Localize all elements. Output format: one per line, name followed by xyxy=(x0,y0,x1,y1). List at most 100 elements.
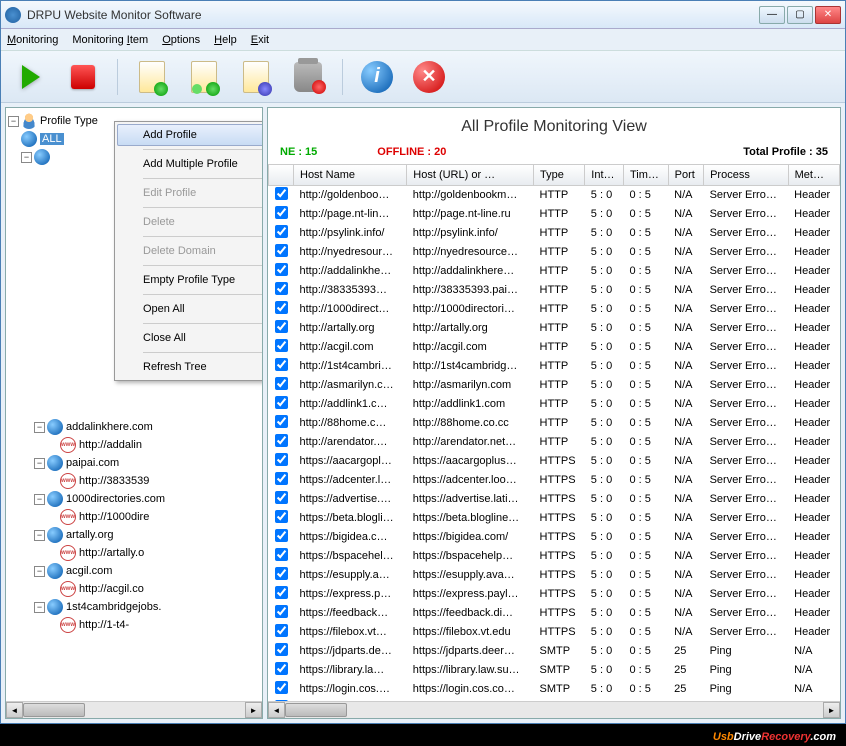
row-checkbox[interactable] xyxy=(269,528,294,547)
row-checkbox[interactable] xyxy=(269,205,294,224)
delete-button[interactable] xyxy=(286,55,330,99)
tree-item[interactable] xyxy=(8,400,260,418)
tree-item[interactable]: −paipai.com xyxy=(8,454,260,472)
table-row[interactable]: http://psylink.info/http://psylink.info/… xyxy=(269,224,840,243)
scroll-right-icon[interactable]: ► xyxy=(245,702,262,718)
row-checkbox[interactable] xyxy=(269,224,294,243)
table-row[interactable]: http://acgil.comhttp://acgil.comHTTP5 : … xyxy=(269,338,840,357)
table-row[interactable]: http://nyedresour…http://nyedresource…HT… xyxy=(269,243,840,262)
table-row[interactable]: https://login.cos.…https://login.cos.co…… xyxy=(269,680,840,699)
table-row[interactable]: http://addalinkhe…http://addalinkhere…HT… xyxy=(269,262,840,281)
table-row[interactable]: http://arendator.…http://arendator.net…H… xyxy=(269,433,840,452)
col-process[interactable]: Process xyxy=(704,165,789,186)
row-checkbox[interactable] xyxy=(269,604,294,623)
tree-item[interactable]: −addalinkhere.com xyxy=(8,418,260,436)
table-row[interactable]: http://page.nt-lin…http://page.nt-line.r… xyxy=(269,205,840,224)
row-checkbox[interactable] xyxy=(269,585,294,604)
expander-icon[interactable]: − xyxy=(8,116,19,127)
col-type[interactable]: Type xyxy=(534,165,585,186)
row-checkbox[interactable] xyxy=(269,547,294,566)
exit-button[interactable]: ✕ xyxy=(407,55,451,99)
ctx-open-all[interactable]: Open All xyxy=(117,298,263,320)
table-row[interactable]: https://filebox.vt…https://filebox.vt.ed… xyxy=(269,623,840,642)
table-row[interactable]: https://bigidea.c…https://bigidea.com/HT… xyxy=(269,528,840,547)
col-checkbox[interactable] xyxy=(269,165,294,186)
ctx-edit-profile[interactable]: Edit Profile xyxy=(117,182,263,204)
col-hosturl[interactable]: Host (URL) or … xyxy=(407,165,534,186)
table-row[interactable]: http://1st4cambri…http://1st4cambridg…HT… xyxy=(269,357,840,376)
row-checkbox[interactable] xyxy=(269,433,294,452)
ctx-refresh[interactable]: Refresh Tree xyxy=(117,356,263,378)
menu-exit[interactable]: Exit xyxy=(251,34,269,46)
tree-item[interactable]: wwwhttp://acgil.co xyxy=(8,580,260,598)
add-profile-button[interactable] xyxy=(130,55,174,99)
tree-item[interactable]: wwwhttp://addalin xyxy=(8,436,260,454)
maximize-button[interactable]: ▢ xyxy=(787,6,813,24)
table-row[interactable]: http://artally.orghttp://artally.orgHTTP… xyxy=(269,319,840,338)
row-checkbox[interactable] xyxy=(269,338,294,357)
tree-item[interactable]: wwwhttp://artally.o xyxy=(8,544,260,562)
expander-icon[interactable]: − xyxy=(34,602,45,613)
col-port[interactable]: Port xyxy=(668,165,703,186)
row-checkbox[interactable] xyxy=(269,661,294,680)
row-checkbox[interactable] xyxy=(269,414,294,433)
menu-monitoring[interactable]: Monitoring xyxy=(7,34,58,46)
menu-help[interactable]: Help xyxy=(214,34,237,46)
row-checkbox[interactable] xyxy=(269,509,294,528)
tree-item[interactable]: −artally.org xyxy=(8,526,260,544)
table-row[interactable]: http://88home.c…http://88home.co.ccHTTP5… xyxy=(269,414,840,433)
table-row[interactable]: http://addlink1.c…http://addlink1.comHTT… xyxy=(269,395,840,414)
scroll-left-icon[interactable]: ◄ xyxy=(268,702,285,718)
row-checkbox[interactable] xyxy=(269,566,294,585)
col-hostname[interactable]: Host Name xyxy=(294,165,407,186)
table-row[interactable]: https://jdparts.de…https://jdparts.deer…… xyxy=(269,642,840,661)
tree-item[interactable]: wwwhttp://1000dire xyxy=(8,508,260,526)
tree-item[interactable]: wwwhttp://3833539 xyxy=(8,472,260,490)
row-checkbox[interactable] xyxy=(269,319,294,338)
tree-item[interactable]: −1st4cambridgejobs. xyxy=(8,598,260,616)
stop-button[interactable] xyxy=(61,55,105,99)
minimize-button[interactable]: — xyxy=(759,6,785,24)
table-row[interactable]: http://38335393…http://38335393.pai…HTTP… xyxy=(269,281,840,300)
table-row[interactable]: https://feedback…https://feedback.di…HTT… xyxy=(269,604,840,623)
table-row[interactable]: http://goldenboo…http://goldenbookm…HTTP… xyxy=(269,186,840,205)
col-int[interactable]: Int… xyxy=(585,165,624,186)
ctx-delete[interactable]: Delete xyxy=(117,211,263,233)
scroll-right-icon[interactable]: ► xyxy=(823,702,840,718)
table-row[interactable]: http://asmarilyn.c…http://asmarilyn.comH… xyxy=(269,376,840,395)
row-checkbox[interactable] xyxy=(269,300,294,319)
table-row[interactable]: https://express.p…https://express.payl…H… xyxy=(269,585,840,604)
edit-profile-button[interactable] xyxy=(234,55,278,99)
row-checkbox[interactable] xyxy=(269,623,294,642)
row-checkbox[interactable] xyxy=(269,281,294,300)
row-checkbox[interactable] xyxy=(269,680,294,699)
grid-scrollbar[interactable]: ◄ ► xyxy=(268,701,840,718)
row-checkbox[interactable] xyxy=(269,490,294,509)
titlebar[interactable]: DRPU Website Monitor Software — ▢ ✕ xyxy=(1,1,845,29)
row-checkbox[interactable] xyxy=(269,471,294,490)
ctx-delete-domain[interactable]: Delete Domain xyxy=(117,240,263,262)
col-met[interactable]: Met… xyxy=(788,165,839,186)
row-checkbox[interactable] xyxy=(269,357,294,376)
table-row[interactable]: https://library.la…https://library.law.s… xyxy=(269,661,840,680)
tree-item[interactable] xyxy=(8,382,260,400)
expander-icon[interactable]: − xyxy=(21,152,32,163)
add-multiple-button[interactable] xyxy=(182,55,226,99)
ctx-empty-profile[interactable]: Empty Profile Type xyxy=(117,269,263,291)
ctx-add-profile[interactable]: Add Profile xyxy=(117,124,263,146)
start-button[interactable] xyxy=(9,55,53,99)
tree-item[interactable]: wwwhttp://1-t4- xyxy=(8,616,260,634)
table-row[interactable]: http://1000direct…http://1000directori…H… xyxy=(269,300,840,319)
expander-icon[interactable]: − xyxy=(34,422,45,433)
table-row[interactable]: https://advertise.…https://advertise.lat… xyxy=(269,490,840,509)
expander-icon[interactable]: − xyxy=(34,494,45,505)
row-checkbox[interactable] xyxy=(269,395,294,414)
table-row[interactable]: https://esupply.a…https://esupply.ava…HT… xyxy=(269,566,840,585)
row-checkbox[interactable] xyxy=(269,452,294,471)
ctx-add-multiple[interactable]: Add Multiple Profile xyxy=(117,153,263,175)
table-row[interactable]: https://bspacehel…https://bspacehelp…HTT… xyxy=(269,547,840,566)
info-button[interactable]: i xyxy=(355,55,399,99)
row-checkbox[interactable] xyxy=(269,376,294,395)
row-checkbox[interactable] xyxy=(269,262,294,281)
menu-monitoring-item[interactable]: Monitoring Item xyxy=(72,34,148,46)
